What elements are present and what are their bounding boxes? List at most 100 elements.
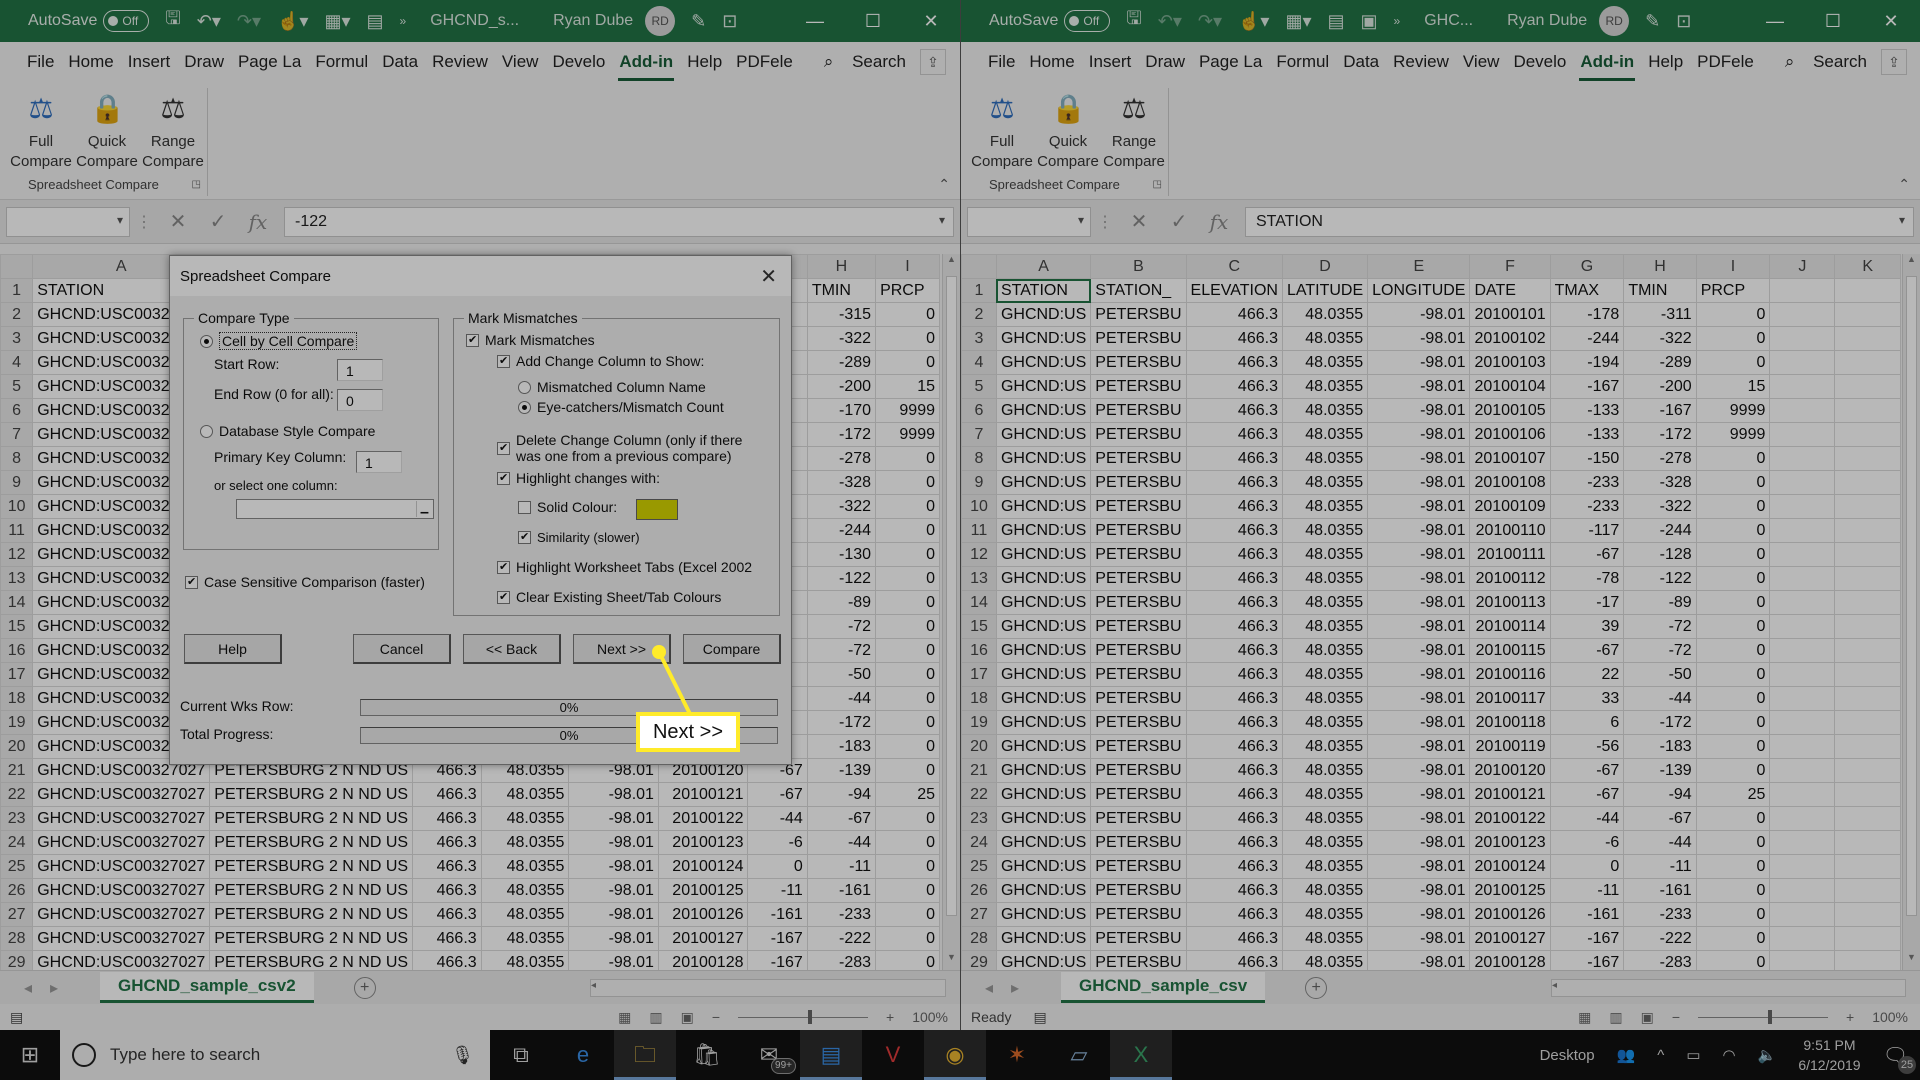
cell[interactable]: 0	[1696, 351, 1770, 375]
undo-icon[interactable]: ↶▾	[197, 11, 221, 32]
cell[interactable]: -98.01	[1368, 303, 1470, 327]
cell[interactable]: 466.3	[1186, 351, 1282, 375]
cell[interactable]: -98.01	[1368, 423, 1470, 447]
macro-record-icon[interactable]: ▤	[1033, 1009, 1046, 1026]
cell[interactable]: -117	[1550, 519, 1624, 543]
cell[interactable]: -139	[1624, 759, 1696, 783]
cell[interactable]	[1835, 903, 1901, 927]
cell[interactable]: -89	[807, 591, 875, 615]
cell[interactable]: PETERSBU	[1091, 447, 1186, 471]
row-header[interactable]: 26	[1, 879, 33, 903]
cell[interactable]: -98.01	[1368, 663, 1470, 687]
cell[interactable]: 0	[1696, 615, 1770, 639]
cell[interactable]: -194	[1550, 351, 1624, 375]
cell[interactable]: 48.0355	[1282, 663, 1367, 687]
cell[interactable]: -44	[748, 807, 807, 831]
cell[interactable]: 20100126	[658, 903, 748, 927]
cell[interactable]: -72	[1624, 615, 1696, 639]
row-header[interactable]: 14	[1, 591, 33, 615]
row-header[interactable]: 12	[962, 543, 997, 567]
cell[interactable]: 20100127	[1470, 927, 1550, 951]
cell[interactable]: -172	[1624, 711, 1696, 735]
cell[interactable]: 0	[876, 591, 940, 615]
cell[interactable]: 48.0355	[1282, 543, 1367, 567]
show-hidden-icons[interactable]: ^	[1657, 1047, 1664, 1064]
row-header[interactable]: 5	[1, 375, 33, 399]
row-header[interactable]: 3	[1, 327, 33, 351]
cancel-entry-icon[interactable]: ✕	[1119, 209, 1159, 234]
cell[interactable]: -244	[1550, 327, 1624, 351]
autosave[interactable]: AutoSave Off	[28, 10, 149, 32]
cell[interactable]: -139	[807, 759, 875, 783]
cell[interactable]: 0	[1696, 663, 1770, 687]
cell[interactable]: GHCND:US	[996, 351, 1090, 375]
row-header[interactable]: 9	[962, 471, 997, 495]
cell[interactable]: -11	[1550, 879, 1624, 903]
cell[interactable]: -98.01	[1368, 519, 1470, 543]
cell[interactable]: PETERSBURG 2 N ND US	[210, 783, 413, 807]
cell[interactable]: 466.3	[1186, 495, 1282, 519]
cell[interactable]: 48.0355	[481, 831, 569, 855]
cell[interactable]	[1770, 687, 1835, 711]
row-header[interactable]: 4	[962, 351, 997, 375]
insert-function-icon[interactable]: fx	[1199, 210, 1239, 234]
row-header[interactable]: 19	[962, 711, 997, 735]
cell[interactable]: 0	[1696, 303, 1770, 327]
cell[interactable]: GHCND:USC00327027	[33, 807, 210, 831]
eye-catchers-radio[interactable]: Eye-catchers/Mismatch Count	[518, 399, 724, 415]
cell[interactable]: -50	[1624, 663, 1696, 687]
tab-help[interactable]: Help	[680, 52, 729, 72]
delete-change-column-checkbox[interactable]: Delete Change Column (only if therewas o…	[497, 432, 742, 464]
cell[interactable]: 20100122	[1470, 807, 1550, 831]
cell[interactable]: PRCP	[1696, 279, 1770, 303]
cell[interactable]: PETERSBU	[1091, 759, 1186, 783]
cell[interactable]: 25	[1696, 783, 1770, 807]
cell[interactable]: -172	[1624, 423, 1696, 447]
cell[interactable]: PETERSBU	[1091, 879, 1186, 903]
cell[interactable]: 466.3	[1186, 303, 1282, 327]
cell[interactable]: -98.01	[1368, 567, 1470, 591]
cell[interactable]	[1835, 927, 1901, 951]
highlight-tabs-checkbox[interactable]: Highlight Worksheet Tabs (Excel 2002	[497, 559, 752, 575]
cell[interactable]	[1835, 543, 1901, 567]
cell[interactable]	[1835, 567, 1901, 591]
tab-add-in[interactable]: Add-in	[612, 52, 680, 72]
tab-file[interactable]: File	[981, 52, 1022, 72]
cell[interactable]: -233	[1550, 471, 1624, 495]
cell[interactable]	[1770, 663, 1835, 687]
cell[interactable]: -89	[1624, 591, 1696, 615]
cell[interactable]	[1835, 783, 1901, 807]
cell[interactable]: 48.0355	[1282, 423, 1367, 447]
undo-icon[interactable]: ↶▾	[1158, 11, 1182, 32]
formula-input[interactable]: -122▾	[284, 207, 954, 237]
cell[interactable]: 466.3	[1186, 615, 1282, 639]
cell[interactable]	[1770, 783, 1835, 807]
cell[interactable]: -94	[1624, 783, 1696, 807]
cell[interactable]: GHCND:US	[996, 327, 1090, 351]
tab-review[interactable]: Review	[1386, 52, 1456, 72]
cell[interactable]: 466.3	[1186, 759, 1282, 783]
cell[interactable]	[1835, 663, 1901, 687]
cell[interactable]: -98.01	[1368, 471, 1470, 495]
cell[interactable]: 6	[1550, 711, 1624, 735]
cell[interactable]	[1770, 639, 1835, 663]
tab-view[interactable]: View	[1456, 52, 1507, 72]
cell[interactable]: PETERSBU	[1091, 471, 1186, 495]
close-button[interactable]: ✕	[1862, 11, 1920, 32]
row-header[interactable]: 23	[1, 807, 33, 831]
form-icon[interactable]: ▣	[1361, 11, 1378, 32]
macro-record-icon[interactable]: ▤	[10, 1009, 23, 1026]
cell[interactable]: 0	[876, 879, 940, 903]
cell[interactable]: 48.0355	[1282, 759, 1367, 783]
cell[interactable]: GHCND:US	[996, 495, 1090, 519]
cell[interactable]: LONGITUDE	[1368, 279, 1470, 303]
cell[interactable]: PETERSBU	[1091, 615, 1186, 639]
full-compare-button[interactable]: ⚖ Full Compare	[969, 92, 1035, 172]
cell[interactable]: -44	[807, 831, 875, 855]
cell[interactable]: 0	[1696, 807, 1770, 831]
cell[interactable]: PETERSBU	[1091, 495, 1186, 519]
cell[interactable]: -98.01	[1368, 375, 1470, 399]
cell[interactable]: -172	[807, 423, 875, 447]
cell[interactable]: -278	[807, 447, 875, 471]
tab-formul[interactable]: Formul	[308, 52, 375, 72]
